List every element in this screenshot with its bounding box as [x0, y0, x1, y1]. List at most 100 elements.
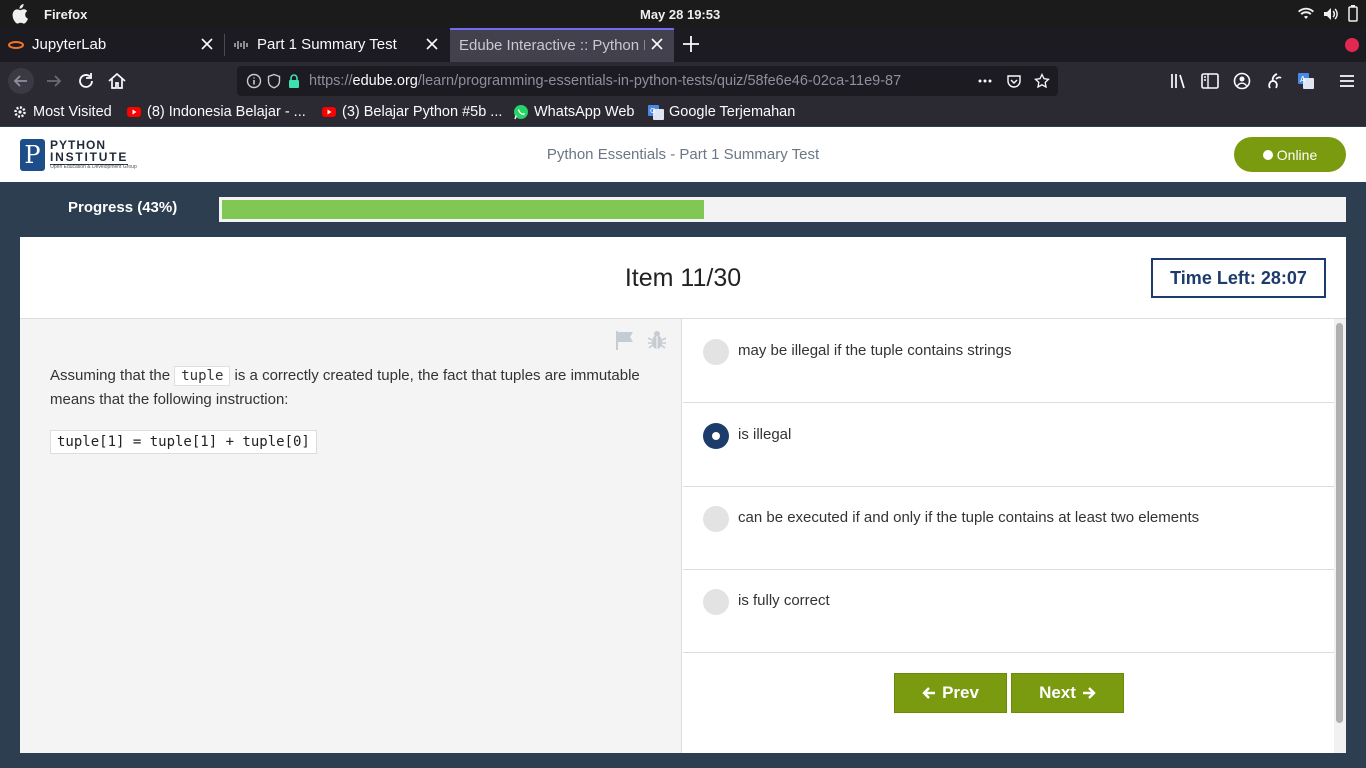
question-tools — [614, 329, 668, 351]
jupyter-icon — [8, 41, 24, 49]
bookmark-label: WhatsApp Web — [534, 104, 635, 120]
gear-icon — [14, 106, 26, 118]
answer-text: may be illegal if the tuple contains str… — [738, 342, 1012, 359]
close-tab-icon[interactable] — [425, 37, 439, 51]
status-dot-icon — [1262, 149, 1273, 160]
arrow-left-icon — [922, 687, 936, 699]
google-translate-icon: G — [648, 105, 664, 120]
item-counter: Item 11/30 — [624, 264, 742, 292]
svg-text:G: G — [650, 107, 655, 115]
next-label: Next — [1039, 683, 1076, 702]
question-text: Assuming that the tuple is a correctly c… — [50, 366, 640, 408]
active-app-name[interactable]: Firefox — [44, 7, 87, 22]
arrow-right-icon — [1082, 687, 1096, 699]
answer-option[interactable]: is illegal — [683, 403, 1334, 487]
sidebar-icon[interactable] — [1199, 70, 1221, 92]
progress-label: Progress (43%) — [68, 199, 178, 216]
answer-option[interactable]: is fully correct — [683, 569, 1334, 653]
bookmark-label: (3) Belajar Python #5b ... — [342, 104, 503, 120]
bookmark-indonesia-belajar[interactable]: (8) Indonesia Belajar - ... — [126, 104, 306, 120]
radio-button[interactable] — [703, 339, 729, 365]
address-bar[interactable]: https://edube.org/learn/programming-esse… — [237, 66, 1058, 96]
tab-title: JupyterLab — [32, 36, 107, 53]
wifi-icon[interactable] — [1298, 7, 1314, 21]
info-icon[interactable] — [246, 73, 262, 89]
radio-button[interactable] — [703, 589, 729, 615]
quiz-card-header: Item 11/30 Time Left: 28:07 — [20, 237, 1346, 319]
answer-option[interactable]: may be illegal if the tuple contains str… — [683, 319, 1334, 403]
volume-icon[interactable] — [1323, 7, 1339, 21]
time-left-timer: Time Left: 28:07 — [1151, 258, 1326, 298]
whatsapp-icon — [514, 105, 528, 120]
bookmark-label: (8) Indonesia Belajar - ... — [147, 104, 306, 120]
navigation-toolbar: https://edube.org/learn/programming-esse… — [0, 62, 1366, 100]
lock-icon[interactable] — [286, 73, 302, 89]
prev-label: Prev — [942, 683, 979, 702]
online-label: Online — [1276, 146, 1318, 163]
page-title: Python Essentials - Part 1 Summary Test — [546, 146, 820, 163]
gnome-extension-icon[interactable] — [1263, 70, 1285, 92]
prev-button[interactable]: Prev — [894, 673, 1007, 713]
progress-fill — [222, 200, 705, 219]
pocket-icon[interactable] — [1006, 73, 1022, 89]
close-tab-icon[interactable] — [650, 37, 664, 51]
reload-icon[interactable] — [75, 70, 97, 92]
tab-title: Part 1 Summary Test — [257, 36, 397, 53]
bookmark-whatsapp-web[interactable]: WhatsApp Web — [513, 104, 634, 120]
page-actions-icon[interactable] — [977, 73, 993, 89]
tab-jupyterlab[interactable]: JupyterLab — [0, 28, 224, 62]
scrollbar-thumb[interactable] — [1336, 323, 1343, 723]
new-tab-icon[interactable] — [680, 33, 702, 55]
clock[interactable]: May 28 19:53 — [640, 7, 720, 22]
answers-pane: may be illegal if the tuple contains str… — [683, 319, 1334, 753]
tab-edube-interactive[interactable]: Edube Interactive :: Python E — [450, 28, 674, 62]
bug-report-icon[interactable] — [646, 329, 668, 351]
radio-button[interactable] — [703, 506, 729, 532]
next-button[interactable]: Next — [1011, 673, 1124, 713]
system-tray — [1298, 5, 1358, 22]
youtube-icon — [127, 107, 141, 117]
online-status-button[interactable]: Online — [1234, 137, 1346, 172]
cisco-icon — [234, 41, 248, 49]
tab-part1-summary[interactable]: Part 1 Summary Test — [225, 28, 449, 62]
bookmark-star-icon[interactable] — [1034, 73, 1050, 89]
account-icon[interactable] — [1231, 70, 1253, 92]
back-icon[interactable] — [8, 68, 34, 94]
forward-icon[interactable] — [43, 70, 65, 92]
menu-icon[interactable] — [1336, 70, 1358, 92]
flag-icon[interactable] — [614, 329, 636, 351]
battery-icon[interactable] — [1348, 5, 1358, 22]
quiz-card: Item 11/30 Time Left: 28:07 Assuming tha… — [20, 237, 1346, 753]
progress-bar — [219, 197, 1346, 222]
answers-scrollbar[interactable] — [1334, 319, 1346, 753]
translate-extension-icon[interactable]: A — [1295, 70, 1317, 92]
url-text[interactable]: https://edube.org/learn/programming-esse… — [309, 73, 941, 89]
answer-text: can be executed if and only if the tuple… — [738, 509, 1200, 526]
tab-title: Edube Interactive :: Python E — [459, 37, 645, 54]
quiz-navigation: Prev Next — [894, 673, 1124, 713]
os-menu-bar: Firefox May 28 19:53 — [0, 0, 1366, 28]
site-header: P PYTHON INSTITUTE Open Education & Deve… — [0, 127, 1366, 182]
library-icon[interactable] — [1168, 70, 1190, 92]
bookmark-most-visited[interactable]: Most Visited — [12, 104, 112, 120]
youtube-icon — [322, 107, 336, 117]
inline-code: tuple — [174, 366, 231, 386]
bookmark-belajar-python[interactable]: (3) Belajar Python #5b ... — [321, 104, 502, 120]
tracking-shield-icon[interactable] — [266, 73, 282, 89]
answer-text: is illegal — [738, 426, 792, 443]
tab-strip: JupyterLab Part 1 Summary Test Edube Int… — [0, 28, 1366, 62]
bookmark-label: Google Terjemahan — [669, 104, 796, 120]
home-icon[interactable] — [106, 70, 128, 92]
recording-indicator — [1345, 38, 1359, 52]
answer-text: is fully correct — [738, 592, 830, 609]
apple-icon[interactable] — [10, 4, 28, 24]
answer-option[interactable]: can be executed if and only if the tuple… — [683, 486, 1334, 570]
svg-text:A: A — [1300, 75, 1306, 84]
bookmark-label: Most Visited — [33, 104, 112, 120]
bookmark-google-terjemahan[interactable]: G Google Terjemahan — [648, 104, 795, 120]
bookmarks-toolbar: Most Visited (8) Indonesia Belajar - ...… — [0, 100, 1366, 126]
code-block: tuple[1] = tuple[1] + tuple[0] — [50, 430, 317, 454]
close-tab-icon[interactable] — [200, 37, 214, 51]
logo-line3: Open Education & Development Group — [50, 164, 137, 170]
radio-button-selected[interactable] — [703, 423, 729, 449]
